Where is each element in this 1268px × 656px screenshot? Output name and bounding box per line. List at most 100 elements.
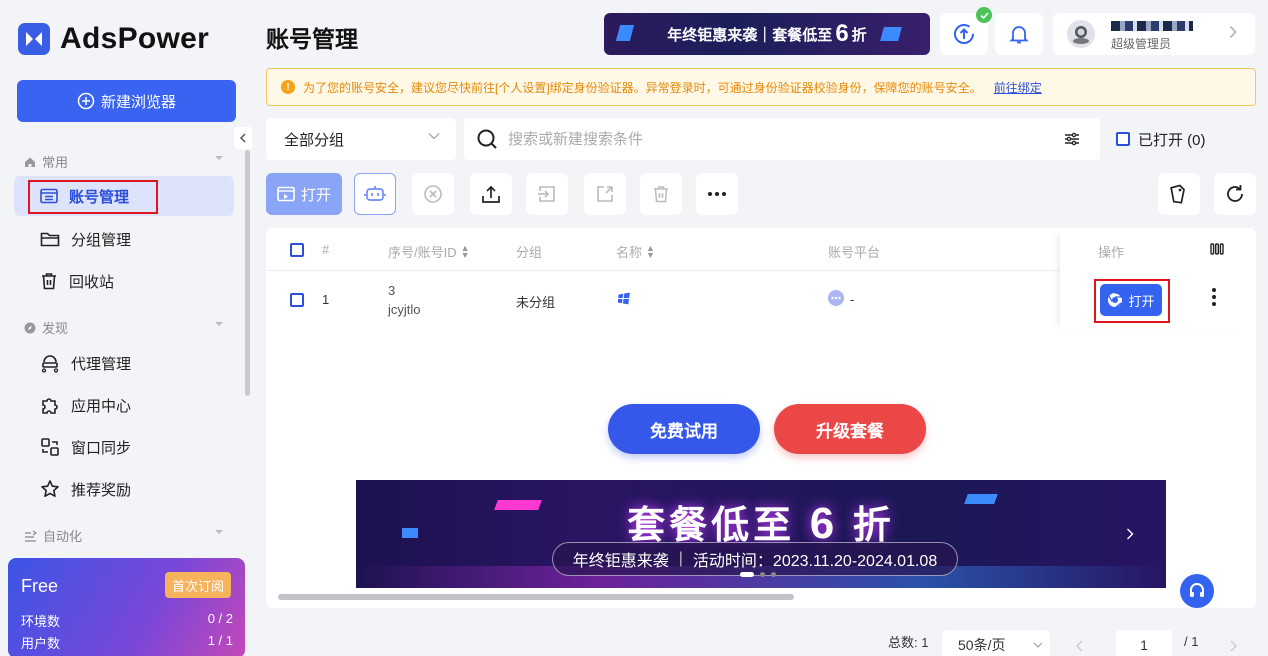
header-promo-suffix: 折 bbox=[851, 26, 867, 44]
platform-more-icon bbox=[828, 290, 844, 306]
search-icon bbox=[477, 129, 497, 149]
filter-sliders-icon[interactable] bbox=[1064, 131, 1080, 147]
refresh-button[interactable] bbox=[1214, 173, 1256, 215]
upload-icon bbox=[482, 185, 500, 203]
astronaut-avatar-icon bbox=[1073, 26, 1089, 44]
total-count: 总数: 1 bbox=[888, 634, 929, 650]
promo-carousel[interactable]: 套餐低至 6 折 年终钜惠来袭 | 活动时间：2023.11.20-2024.0… bbox=[356, 480, 1166, 588]
first-subscribe-button[interactable]: 首次订阅 bbox=[165, 572, 231, 598]
sidebar-item-apps-label: 应用中心 bbox=[71, 397, 132, 415]
sidebar-item-groups-label: 分组管理 bbox=[71, 231, 132, 249]
plus-circle-icon bbox=[77, 92, 95, 110]
search-input[interactable] bbox=[508, 130, 1028, 148]
accounts-table: # 序号/账号ID ▲ ▼ 分组 名称 ▲ ▼ 账号平台 1 3 jcyjtlo 未分组… bbox=[266, 228, 1256, 608]
row-more-button[interactable] bbox=[1212, 288, 1216, 306]
col-platform: 账号平台 bbox=[828, 242, 880, 261]
section-common-label: 常用 bbox=[42, 155, 69, 170]
tag-button[interactable] bbox=[1158, 173, 1200, 215]
sidebar-item-apps[interactable]: 应用中心 bbox=[14, 385, 234, 425]
row-account-id: jcyjtlo bbox=[388, 302, 421, 317]
sidebar-item-sync[interactable]: 窗口同步 bbox=[14, 427, 234, 467]
close-circle-icon bbox=[424, 185, 442, 203]
sidebar-item-trash[interactable]: 回收站 bbox=[14, 261, 234, 301]
notifications-button[interactable] bbox=[995, 13, 1043, 55]
chevron-down-icon bbox=[1034, 642, 1043, 648]
security-alert: ! 为了您的账号安全，建议您尽快前往[个人设置]绑定身份验证器。异常登录时，可通… bbox=[266, 68, 1256, 106]
toolbar-export-button[interactable] bbox=[584, 173, 626, 215]
next-page-icon[interactable] bbox=[1230, 640, 1237, 652]
bind-authenticator-link[interactable]: 前往绑定 bbox=[994, 79, 1042, 96]
export-icon bbox=[597, 186, 613, 202]
sidebar-item-referral-label: 推荐奖励 bbox=[71, 481, 132, 499]
user-menu[interactable]: 超级管理员 bbox=[1053, 13, 1255, 55]
col-ops-label: 操作 bbox=[1098, 245, 1125, 260]
group-select[interactable]: 全部分组 bbox=[266, 118, 456, 160]
chevron-down-icon bbox=[215, 530, 223, 534]
puzzle-icon bbox=[42, 398, 58, 414]
ops-column: 操作 打开 bbox=[1060, 228, 1256, 332]
columns-setting-icon[interactable] bbox=[1210, 243, 1224, 255]
upgrade-plan-button[interactable]: 升级套餐 bbox=[774, 404, 926, 454]
collapse-sidebar-button[interactable] bbox=[234, 127, 252, 149]
headset-icon bbox=[1190, 583, 1204, 597]
bell-icon bbox=[1009, 26, 1029, 44]
sidebar: AdsPower 新建浏览器 常用 账号管理 分组管理 回收站 发现 代理管理 … bbox=[0, 0, 254, 656]
row-group: 未分组 bbox=[516, 295, 556, 310]
toolbar-rpa-button[interactable] bbox=[354, 173, 396, 215]
carousel-next-icon[interactable] bbox=[1126, 528, 1134, 540]
user-count-label: 用户数 bbox=[21, 636, 61, 651]
header-promo-banner[interactable]: 年终钜惠来袭｜套餐低至 6 折 bbox=[604, 13, 930, 55]
page-title: 账号管理 bbox=[266, 26, 358, 52]
sort-icon: ▲ ▼ bbox=[460, 242, 470, 260]
toolbar-delete-button[interactable] bbox=[640, 173, 682, 215]
col-platform-label: 账号平台 bbox=[828, 245, 881, 260]
browser-window-icon bbox=[277, 186, 295, 202]
star-icon bbox=[41, 480, 59, 497]
toolbar-more-button[interactable] bbox=[696, 173, 738, 215]
chevron-left-icon bbox=[239, 133, 246, 143]
sidebar-scrollbar[interactable] bbox=[245, 150, 250, 396]
adspower-logo-icon bbox=[18, 23, 50, 55]
logo: AdsPower bbox=[18, 22, 209, 56]
warning-icon: ! bbox=[281, 80, 295, 94]
sidebar-item-groups[interactable]: 分组管理 bbox=[14, 219, 234, 259]
home-icon bbox=[25, 157, 35, 167]
toolbar-move-button[interactable] bbox=[526, 173, 568, 215]
update-button[interactable] bbox=[940, 7, 992, 55]
header-divider bbox=[266, 270, 1060, 271]
page-size-select[interactable]: 50条/页 bbox=[942, 630, 1050, 656]
sidebar-item-referral[interactable]: 推荐奖励 bbox=[14, 469, 234, 509]
carousel-dots[interactable] bbox=[740, 572, 776, 577]
header-promo-prefix: 年终钜惠来袭｜套餐低至 bbox=[667, 26, 833, 44]
col-name[interactable]: 名称 ▲ ▼ bbox=[616, 242, 655, 261]
main-content: 账号管理 年终钜惠来袭｜套餐低至 6 折 超级管理员 ! 为了您的账号安全，建议… bbox=[254, 0, 1268, 656]
row-checkbox[interactable] bbox=[290, 293, 304, 307]
support-chat-button[interactable] bbox=[1180, 574, 1214, 608]
free-trial-button[interactable]: 免费试用 bbox=[608, 404, 760, 454]
sort-icon: ▲ ▼ bbox=[646, 242, 655, 260]
toolbar-close-button[interactable] bbox=[412, 173, 454, 215]
select-all-checkbox[interactable] bbox=[290, 243, 304, 257]
user-role: 超级管理员 bbox=[1111, 37, 1172, 51]
promo-headline-num: 6 bbox=[809, 499, 839, 548]
robot-icon bbox=[364, 186, 386, 201]
section-common[interactable]: 常用 bbox=[24, 152, 234, 171]
page-number-input[interactable]: 1 bbox=[1116, 630, 1172, 656]
section-discover[interactable]: 发现 bbox=[24, 318, 234, 337]
prev-page-icon[interactable] bbox=[1076, 640, 1083, 652]
table-horizontal-scrollbar[interactable] bbox=[278, 594, 794, 600]
toolbar-open-label: 打开 bbox=[300, 186, 331, 204]
row-serial: 3 bbox=[388, 283, 396, 298]
opened-filter[interactable]: 已打开 (0) bbox=[1116, 118, 1206, 160]
opened-checkbox[interactable] bbox=[1116, 132, 1130, 146]
sidebar-item-proxy[interactable]: 代理管理 bbox=[14, 343, 234, 383]
new-browser-button[interactable]: 新建浏览器 bbox=[17, 80, 236, 122]
col-serial[interactable]: 序号/账号ID ▲ ▼ bbox=[388, 242, 470, 261]
section-automation[interactable]: 自动化 bbox=[24, 526, 234, 545]
chevron-down-icon bbox=[215, 322, 223, 326]
plan-name: Free bbox=[21, 576, 59, 596]
toolbar-upload-button[interactable] bbox=[470, 173, 512, 215]
row-platform: - bbox=[850, 292, 855, 307]
toolbar-open-button[interactable]: 打开 bbox=[266, 173, 342, 215]
page-total: / 1 bbox=[1184, 633, 1199, 649]
